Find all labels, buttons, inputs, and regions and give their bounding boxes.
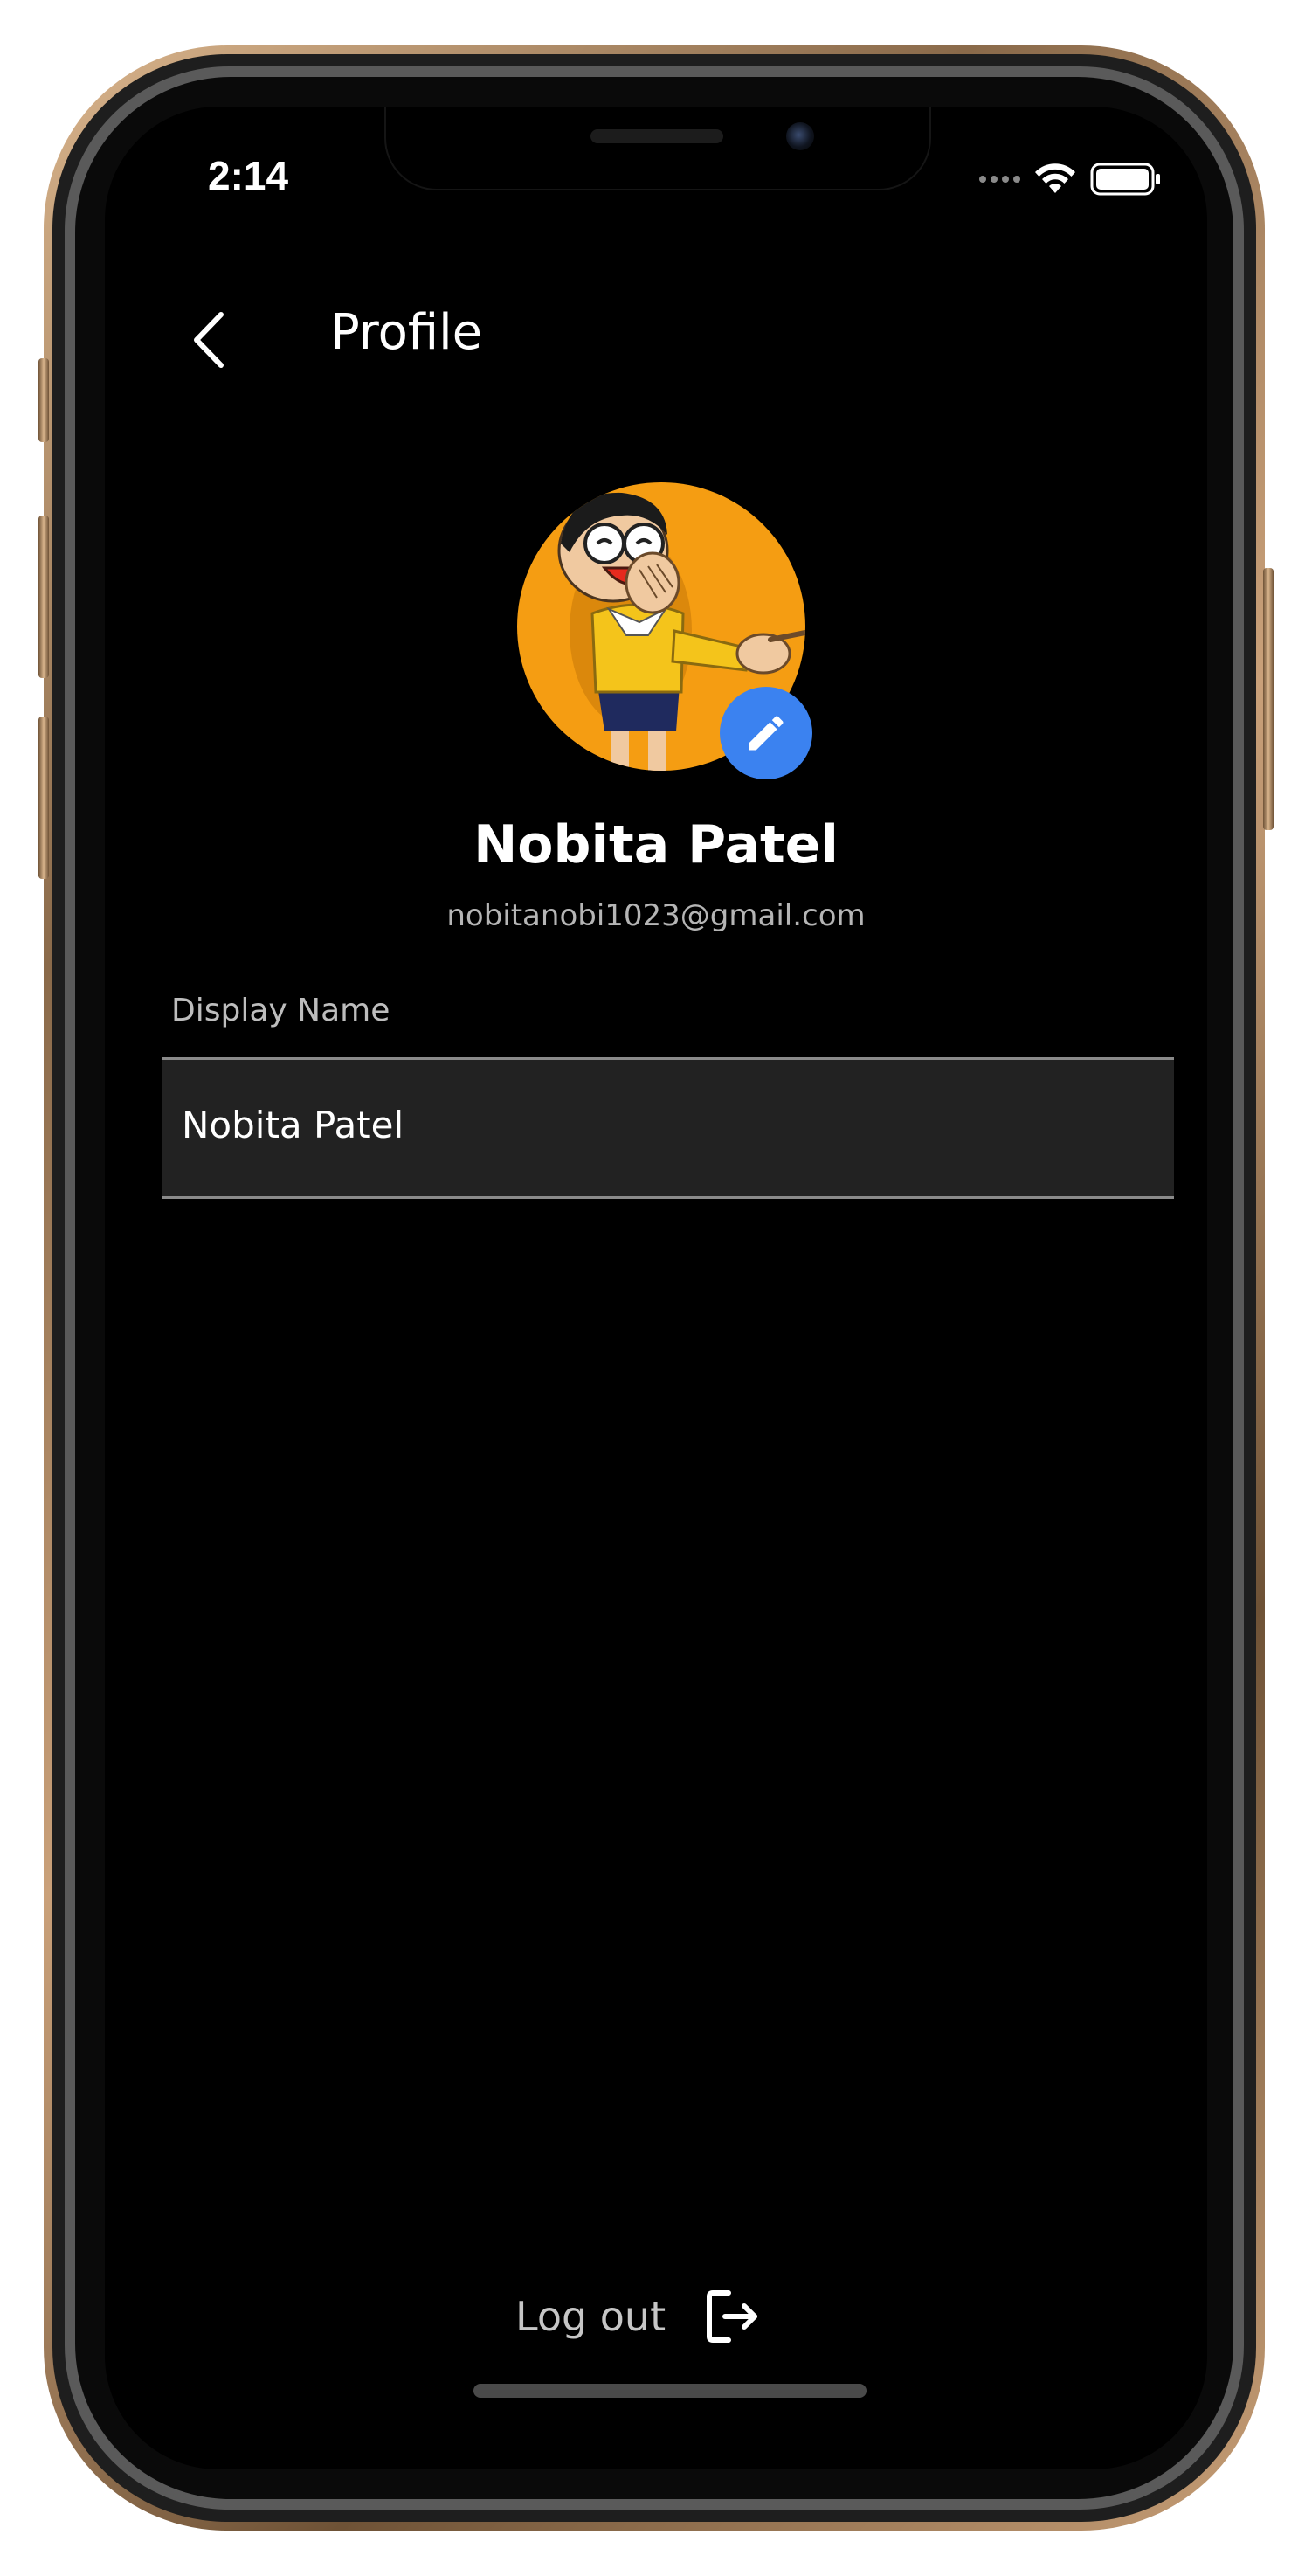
home-indicator[interactable] bbox=[473, 2384, 867, 2398]
profile-email: nobitanobi1023@gmail.com bbox=[446, 898, 866, 933]
battery-icon bbox=[1090, 163, 1160, 196]
volume-down-button bbox=[38, 717, 49, 879]
mute-switch bbox=[38, 358, 49, 442]
pencil-icon bbox=[749, 716, 784, 751]
status-icons bbox=[979, 163, 1162, 196]
display-name-label: Display Name bbox=[171, 993, 390, 1028]
chevron-left-icon bbox=[194, 312, 224, 368]
logout-button[interactable]: Log out bbox=[515, 2288, 762, 2345]
front-camera bbox=[786, 122, 814, 150]
display-name-field[interactable] bbox=[162, 1057, 1174, 1199]
avatar-container bbox=[517, 482, 812, 779]
page-title: Profile bbox=[330, 304, 483, 361]
power-button bbox=[1263, 568, 1274, 830]
status-time: 2:14 bbox=[208, 153, 289, 198]
edit-avatar-button[interactable] bbox=[720, 687, 812, 779]
profile-name: Nobita Patel bbox=[473, 814, 839, 876]
back-button[interactable] bbox=[178, 301, 239, 379]
wifi-icon bbox=[1035, 163, 1075, 193]
cellular-signal-icon bbox=[979, 176, 1020, 183]
display-name-input[interactable] bbox=[182, 1104, 1143, 1146]
volume-up-button bbox=[38, 516, 49, 678]
app-screen: 2:14 Profile Nobita Patel nobitanobi1023… bbox=[105, 107, 1207, 2469]
logout-icon bbox=[707, 2290, 758, 2343]
speaker-grille bbox=[590, 129, 723, 143]
notch bbox=[384, 107, 931, 190]
logout-label: Log out bbox=[515, 2293, 666, 2340]
